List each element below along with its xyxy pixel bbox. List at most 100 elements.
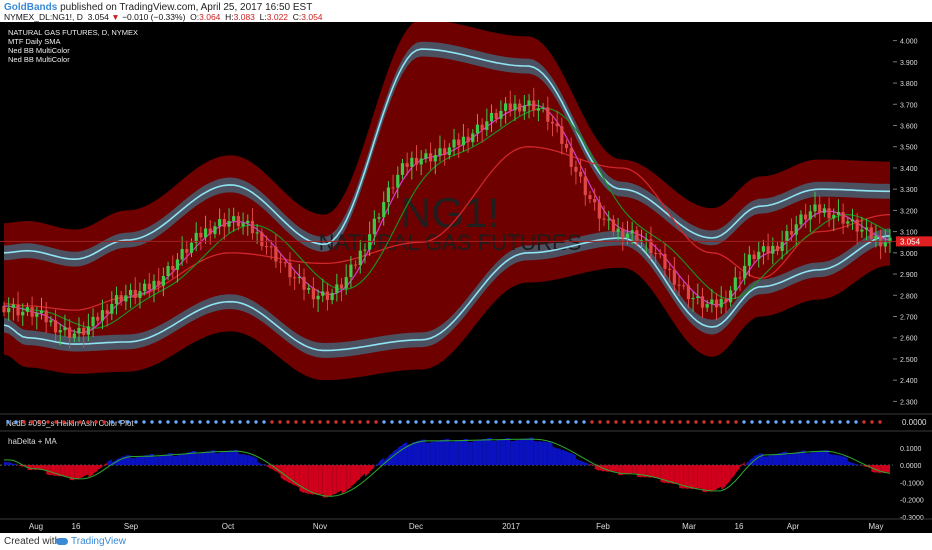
delta-area-segment — [299, 465, 305, 494]
candle-body — [175, 259, 180, 270]
candle-body — [72, 333, 76, 338]
delta-area-segment — [444, 438, 450, 466]
price-tick-label: 3.900 — [900, 60, 918, 67]
delta-area-segment — [875, 465, 881, 474]
ha-dot — [78, 420, 82, 424]
candle-body — [100, 310, 105, 321]
candle-body — [499, 110, 503, 119]
delta-area-segment — [786, 454, 792, 466]
delta-area-segment — [205, 451, 211, 466]
candle-body — [489, 112, 494, 122]
candle-body — [77, 327, 81, 334]
ha-dot — [494, 420, 498, 424]
candle-body — [311, 287, 315, 300]
delta-area-segment — [350, 465, 356, 487]
candle-body — [297, 276, 301, 278]
candle-body — [860, 229, 864, 232]
delta-area-segment — [318, 465, 323, 495]
delta-tick-label: -0.1000 — [900, 480, 924, 487]
delta-area-segment — [454, 440, 459, 466]
delta-area-segment — [819, 450, 825, 466]
ha-dot — [446, 420, 450, 424]
ha-dot — [182, 420, 186, 424]
candle-body — [480, 124, 484, 130]
candle-body — [808, 211, 812, 220]
candle-body — [630, 230, 634, 234]
ha-dot — [94, 420, 98, 424]
ha-dot — [366, 420, 370, 424]
ha-dot — [582, 420, 586, 424]
delta-area-segment — [697, 465, 703, 489]
candle-body — [611, 219, 616, 232]
delta-area-segment — [74, 465, 80, 480]
chart-canvas[interactable]: NG1! NATURAL GAS FUTURES 4.0003.9003.800… — [0, 22, 932, 533]
ha-dot — [398, 420, 402, 424]
candle-body — [804, 214, 808, 220]
delta-area-segment — [632, 465, 637, 474]
delta-area-segment — [655, 465, 661, 479]
candle-body — [86, 326, 90, 335]
ha-dot — [46, 420, 50, 424]
delta-area-segment — [491, 440, 497, 466]
ha-dot — [422, 420, 426, 424]
candle-body — [564, 143, 569, 149]
candle-body — [691, 298, 695, 300]
candle-body — [25, 307, 30, 312]
delta-area-segment — [510, 440, 515, 466]
delta-area-segment — [613, 465, 619, 472]
ha-dot — [206, 420, 210, 424]
candle-body — [738, 277, 742, 279]
candle-body — [114, 295, 119, 304]
candle-body — [236, 216, 240, 227]
delta-area-segment — [308, 465, 314, 495]
candle-body — [339, 284, 344, 289]
candle-body — [485, 121, 489, 130]
candle-body — [579, 171, 583, 177]
ha-dot — [262, 420, 266, 424]
ha-dot — [534, 420, 538, 424]
delta-area-segment — [674, 465, 680, 485]
delta-tick-label: 0.1000 — [900, 446, 922, 453]
ha-dot — [566, 420, 570, 424]
ha-dot — [174, 420, 178, 424]
candle-body — [714, 299, 719, 308]
candle-body — [44, 310, 48, 323]
candle-body — [869, 227, 873, 239]
delta-area-segment — [688, 465, 694, 490]
candle-body — [794, 224, 798, 235]
delta-area-segment — [416, 440, 422, 466]
price-tick-label: 3.100 — [900, 230, 918, 237]
price-tick-label: 3.300 — [900, 187, 918, 194]
price-tick-label: 2.300 — [900, 399, 918, 406]
candle-body — [494, 112, 498, 119]
delta-area-segment — [529, 437, 534, 466]
candle-body — [302, 276, 306, 290]
ha-dot — [774, 420, 778, 424]
brand-link[interactable]: TradingView — [56, 536, 126, 547]
symbol-label[interactable]: NYMEX_DL:NG1!, D — [4, 12, 83, 22]
delta-area-segment — [707, 465, 712, 492]
ha-dot — [286, 420, 290, 424]
candle-body — [405, 163, 409, 167]
ha-dot — [734, 420, 738, 424]
candle-body — [213, 226, 217, 235]
ha-dot — [278, 420, 282, 424]
candle-body — [147, 283, 151, 290]
candle-body — [775, 245, 780, 252]
candle-body — [832, 214, 836, 219]
candle-body — [883, 242, 887, 247]
delta-area-segment — [214, 453, 220, 466]
candle-body — [864, 227, 869, 230]
delta-area-segment — [219, 452, 225, 466]
candle-body — [171, 266, 175, 270]
candle-body — [424, 153, 428, 159]
delta-area-segment — [533, 440, 539, 466]
price-tag-text: 3.054 — [900, 237, 921, 246]
dots-pane-label: NedB #099_s Heikin Ashi Color Plot — [6, 419, 134, 428]
candle-body — [607, 219, 611, 221]
ha-dot — [478, 420, 482, 424]
candle-body — [227, 221, 231, 227]
candle-body — [457, 139, 461, 146]
ha-dot — [782, 420, 786, 424]
price-tick-label: 2.400 — [900, 378, 918, 385]
